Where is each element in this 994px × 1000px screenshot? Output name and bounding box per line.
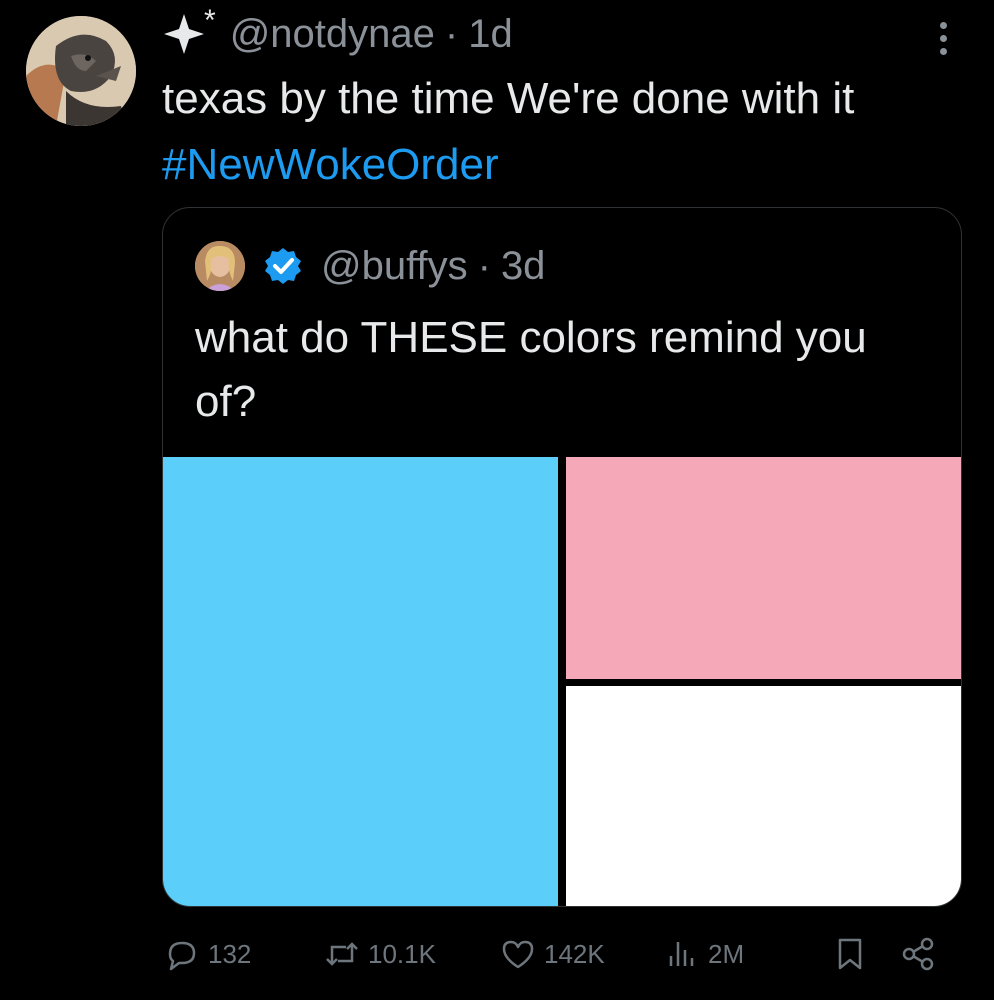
media-tile-blue[interactable] [163,457,558,906]
author-handle[interactable]: @notdynae [230,12,435,57]
separator-dot: · [444,11,459,56]
like-button[interactable]: 142K [498,934,605,974]
reply-count: 132 [208,938,252,969]
views-button[interactable]: 2M [662,934,744,974]
retweet-button[interactable]: 10.1K [322,934,436,974]
bookmark-icon [838,938,862,970]
verified-icon [263,246,303,286]
retweet-count: 10.1K [368,938,436,969]
quoted-author-avatar[interactable] [195,241,245,291]
tweet-header: * @notdynae · 1d [162,6,513,62]
media-tile-pink[interactable] [566,457,961,679]
like-icon [502,940,534,969]
hashtag-link[interactable]: #NewWokeOrder [162,140,499,189]
share-button[interactable] [898,934,938,974]
author-avatar[interactable] [26,16,136,126]
bookmark-button[interactable] [830,934,870,974]
media-tile-white[interactable] [566,686,961,906]
like-count: 142K [544,938,605,969]
quoted-author-handle[interactable]: @buffys [321,244,468,289]
reply-icon [168,941,196,971]
tweet-time[interactable]: 1d [468,12,513,57]
sparkle-icon: * [162,6,216,56]
more-icon[interactable] [940,22,952,55]
asterisk-glyph: * [204,4,216,37]
views-icon [669,942,694,966]
tweet-body: texas by the time We're done with it [162,74,855,123]
reply-button[interactable]: 132 [162,934,251,974]
quoted-tweet-header: @buffys · 3d [195,236,545,296]
action-bar: 132 10.1K 142K 2M [162,926,952,982]
tweet-text: texas by the time We're done with it #Ne… [162,66,952,198]
quoted-tweet-time: 3d [500,243,546,288]
share-icon [902,937,934,971]
quoted-tweet[interactable]: @buffys · 3d what do THESE colors remind… [162,207,962,907]
quoted-tweet-text: what do THESE colors remind you of? [195,313,867,426]
views-count: 2M [708,938,745,969]
media-grid[interactable] [163,457,961,906]
separator-dot: · [477,243,491,288]
retweet-icon [326,942,358,966]
